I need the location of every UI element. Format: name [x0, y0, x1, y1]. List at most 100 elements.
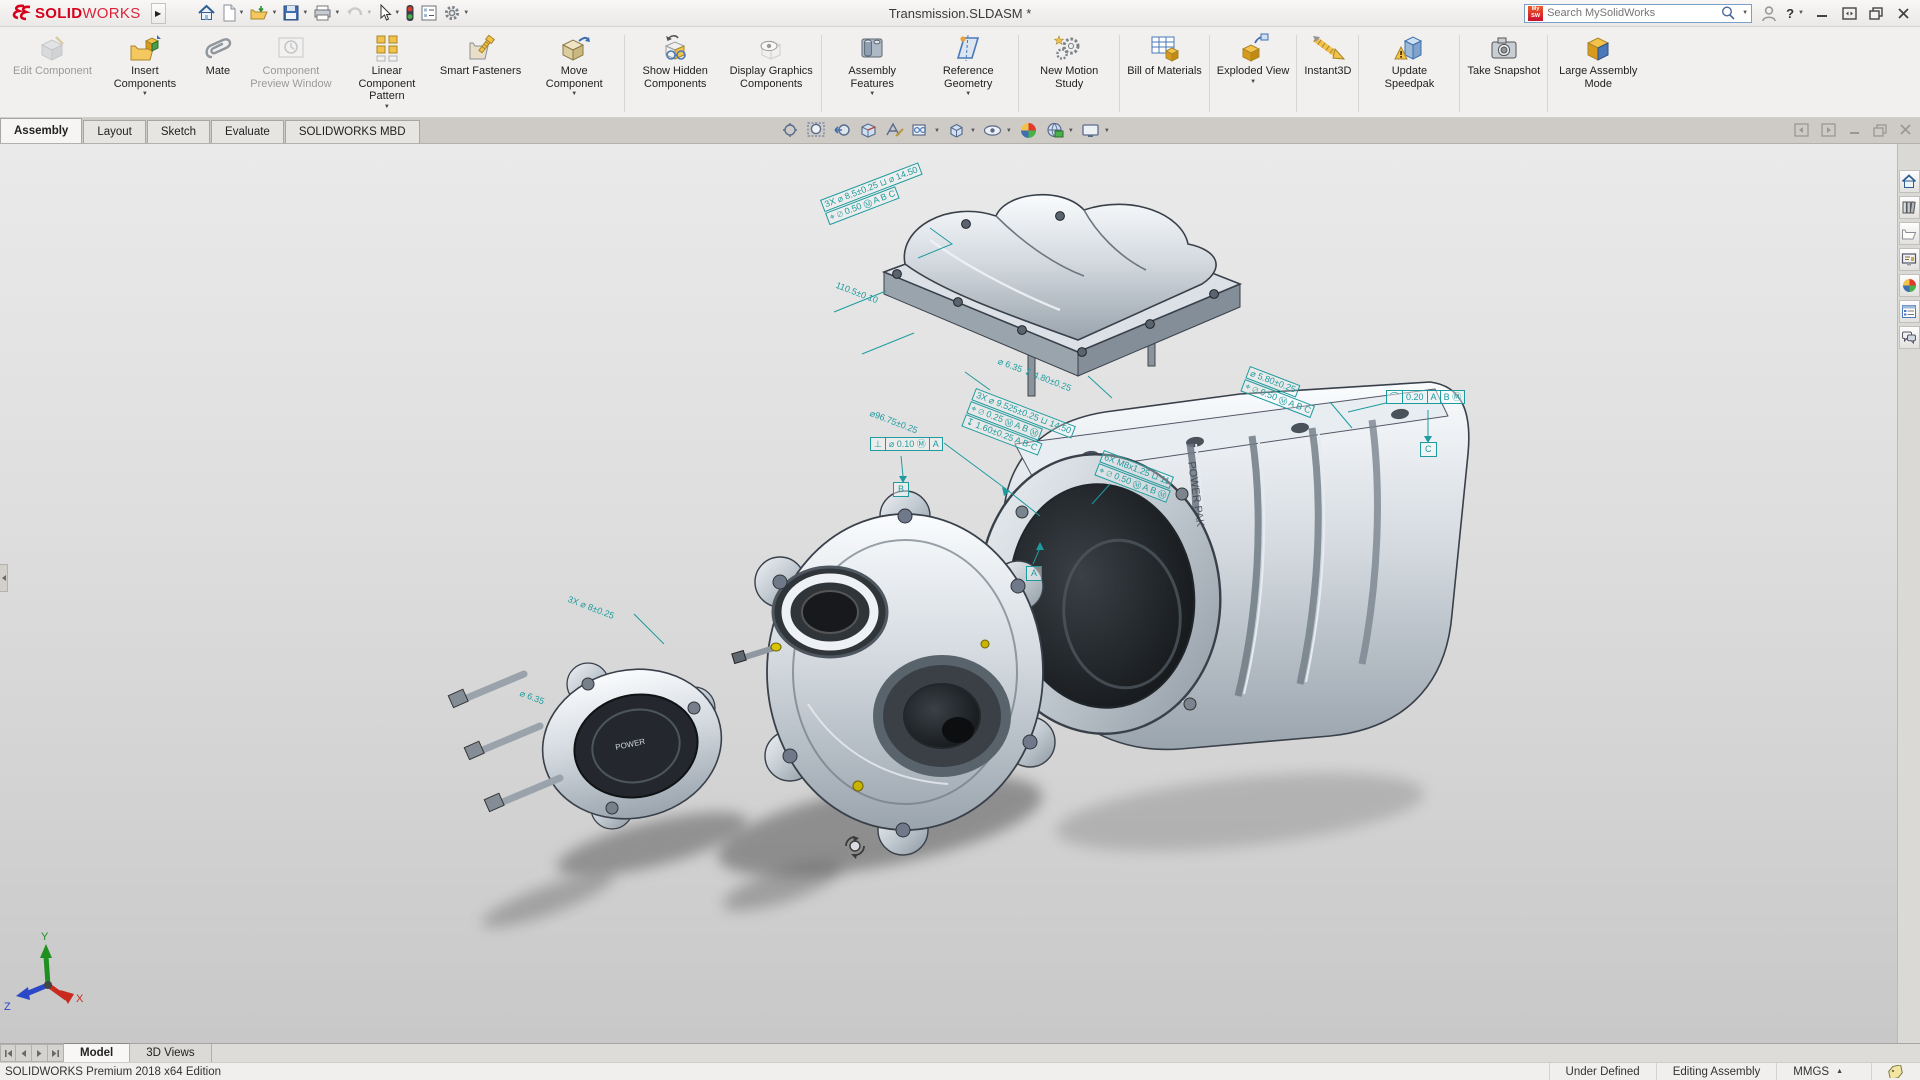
new-document-button[interactable]: ▼ — [220, 3, 246, 23]
tab-solidworks-mbd[interactable]: SOLIDWORKS MBD — [285, 120, 420, 143]
next-document-button[interactable] — [1821, 123, 1836, 140]
next-tab-button[interactable] — [32, 1044, 48, 1062]
fullscreen-button[interactable] — [1840, 4, 1858, 22]
ribbon-button-insert-components[interactable]: Insert Components ▼ — [97, 30, 193, 117]
minimize-button[interactable] — [1813, 4, 1831, 22]
dynamic-annotation-views-button[interactable] — [885, 122, 904, 139]
feature-manager-collapse-tab[interactable] — [0, 564, 8, 592]
ribbon-button-update-speedpak[interactable]: Update Speedpak — [1361, 30, 1457, 117]
section-view-button[interactable] — [859, 122, 878, 139]
edit-appearance-button[interactable] — [1019, 122, 1038, 139]
hide-show-items-button[interactable]: ▼ — [911, 122, 940, 139]
open-button[interactable]: ▼ — [248, 3, 278, 23]
task-pane-home-button[interactable] — [1899, 170, 1920, 193]
document-restore-button[interactable] — [1873, 124, 1887, 140]
first-tab-button[interactable] — [0, 1044, 16, 1062]
chevron-down-icon: ▼ — [394, 10, 400, 16]
annotation-datum-a[interactable]: A — [1026, 566, 1042, 581]
tab-assembly[interactable]: Assembly — [0, 118, 82, 143]
document-minimize-button[interactable] — [1848, 124, 1861, 139]
part-end-cap[interactable]: POWER — [529, 653, 736, 835]
expand-menu-button[interactable]: ▶ — [151, 3, 166, 24]
chevron-down-icon[interactable]: ▼ — [934, 128, 940, 134]
zoom-to-fit-button[interactable] — [782, 122, 800, 139]
annotation-datum-c[interactable]: C — [1420, 442, 1437, 457]
ribbon-button-take-snapshot[interactable]: Take Snapshot — [1462, 30, 1545, 117]
chevron-down-icon[interactable]: ▼ — [571, 91, 577, 97]
ribbon-button-bill-of-materials[interactable]: Bill of Materials — [1122, 30, 1207, 117]
last-tab-button[interactable] — [48, 1044, 64, 1062]
search-input[interactable] — [1547, 7, 1716, 19]
quick-access-toolbar: ▼ ▼ ▼ ▼ ▼ ▼ ▼ — [196, 3, 471, 23]
previous-document-button[interactable] — [1794, 123, 1809, 140]
print-button[interactable]: ▼ — [312, 3, 341, 23]
apply-scene-button[interactable]: ▼ — [1045, 122, 1074, 139]
ribbon-button-move-component[interactable]: Move Component ▼ — [526, 30, 622, 117]
tab-3d-views[interactable]: 3D Views — [130, 1044, 211, 1062]
chevron-down-icon[interactable]: ▼ — [1068, 128, 1074, 134]
annotation-datum-b[interactable]: B — [893, 482, 909, 497]
chevron-down-icon[interactable]: ▼ — [965, 91, 971, 97]
tab-layout[interactable]: Layout — [83, 120, 146, 143]
ribbon-button-large-assembly-mode[interactable]: Large Assembly Mode — [1550, 30, 1646, 117]
search-box[interactable]: MySW ▼ — [1524, 4, 1752, 23]
chevron-down-icon[interactable]: ▼ — [1742, 10, 1748, 16]
ribbon-button-assembly-features[interactable]: Assembly Features ▼ — [824, 30, 920, 117]
ribbon-button-instant3d[interactable]: Instant3D — [1299, 30, 1356, 117]
new-document-icon — [221, 4, 237, 22]
task-pane-forum-button[interactable] — [1899, 326, 1920, 349]
previous-view-button[interactable] — [833, 122, 852, 139]
status-constraint-state: Under Defined — [1549, 1063, 1656, 1080]
chevron-down-icon[interactable]: ▼ — [869, 91, 875, 97]
status-tag-button[interactable] — [1871, 1063, 1920, 1080]
view-palette-icon — [1901, 252, 1917, 267]
graphics-area[interactable]: POWER PAK — [0, 144, 1920, 1043]
chevron-down-icon[interactable]: ▼ — [384, 104, 390, 110]
task-pane-view-palette-button[interactable] — [1899, 248, 1920, 271]
task-pane-design-library-button[interactable] — [1899, 196, 1920, 219]
annotation-profile-feature-control-frame[interactable]: ⌒0.20AB Ⓜ — [1386, 390, 1465, 404]
chevron-down-icon[interactable]: ▼ — [142, 91, 148, 97]
task-pane-custom-properties-button[interactable] — [1899, 300, 1920, 323]
user-account-icon[interactable] — [1761, 5, 1777, 22]
model-scene[interactable]: POWER PAK — [0, 144, 1920, 1043]
restore-button[interactable] — [1867, 4, 1885, 22]
search-icon[interactable] — [1720, 5, 1736, 21]
ribbon-separator — [624, 35, 625, 112]
help-button[interactable]: ?▼ — [1786, 6, 1804, 21]
ribbon-button-linear-component-pattern[interactable]: Linear Component Pattern ▼ — [339, 30, 435, 117]
home-button[interactable] — [196, 3, 217, 23]
close-button[interactable] — [1894, 4, 1912, 22]
save-button[interactable]: ▼ — [281, 3, 309, 23]
previous-tab-button[interactable] — [16, 1044, 32, 1062]
chevron-down-icon[interactable]: ▼ — [1250, 79, 1256, 85]
chevron-down-icon[interactable]: ▼ — [1104, 128, 1110, 134]
ribbon-button-exploded-view[interactable]: Exploded View ▼ — [1212, 30, 1295, 117]
task-pane-file-explorer-button[interactable] — [1899, 222, 1920, 245]
ribbon-button-reference-geometry[interactable]: Reference Geometry ▼ — [920, 30, 1016, 117]
zoom-to-area-button[interactable] — [807, 122, 826, 139]
ribbon-button-show-hidden-components[interactable]: Show Hidden Components — [627, 30, 723, 117]
tab-evaluate[interactable]: Evaluate — [211, 120, 284, 143]
document-close-button[interactable] — [1899, 124, 1912, 139]
chevron-down-icon[interactable]: ▼ — [970, 128, 976, 134]
tab-model[interactable]: Model — [64, 1043, 130, 1062]
view-orientation-button[interactable]: ▼ — [947, 122, 976, 139]
view-settings-button[interactable]: ▼ — [1081, 122, 1110, 139]
ribbon-button-display-graphics-components[interactable]: Display Graphics Components — [723, 30, 819, 117]
settings-button[interactable]: ▼ — [442, 3, 470, 23]
part-top-cover[interactable] — [884, 195, 1240, 396]
task-pane-appearances-button[interactable] — [1899, 274, 1920, 297]
apply-scene-icon — [1045, 122, 1064, 139]
ribbon-button-new-motion-study[interactable]: New Motion Study — [1021, 30, 1117, 117]
chevron-down-icon[interactable]: ▼ — [1006, 128, 1012, 134]
performance-button[interactable] — [404, 3, 416, 23]
select-button[interactable]: ▼ — [376, 3, 401, 23]
tab-sketch[interactable]: Sketch — [147, 120, 210, 143]
status-units-selector[interactable]: MMGS▲ — [1776, 1063, 1871, 1080]
ribbon-button-smart-fasteners[interactable]: Smart Fasteners — [435, 30, 526, 117]
options-list-button[interactable] — [419, 3, 439, 23]
display-style-button[interactable]: ▼ — [983, 122, 1012, 139]
annotation-bore-feature-control-frame[interactable]: ⊥⌀ 0.10 ⓂA — [870, 437, 943, 451]
ribbon-button-mate[interactable]: Mate — [193, 30, 243, 117]
